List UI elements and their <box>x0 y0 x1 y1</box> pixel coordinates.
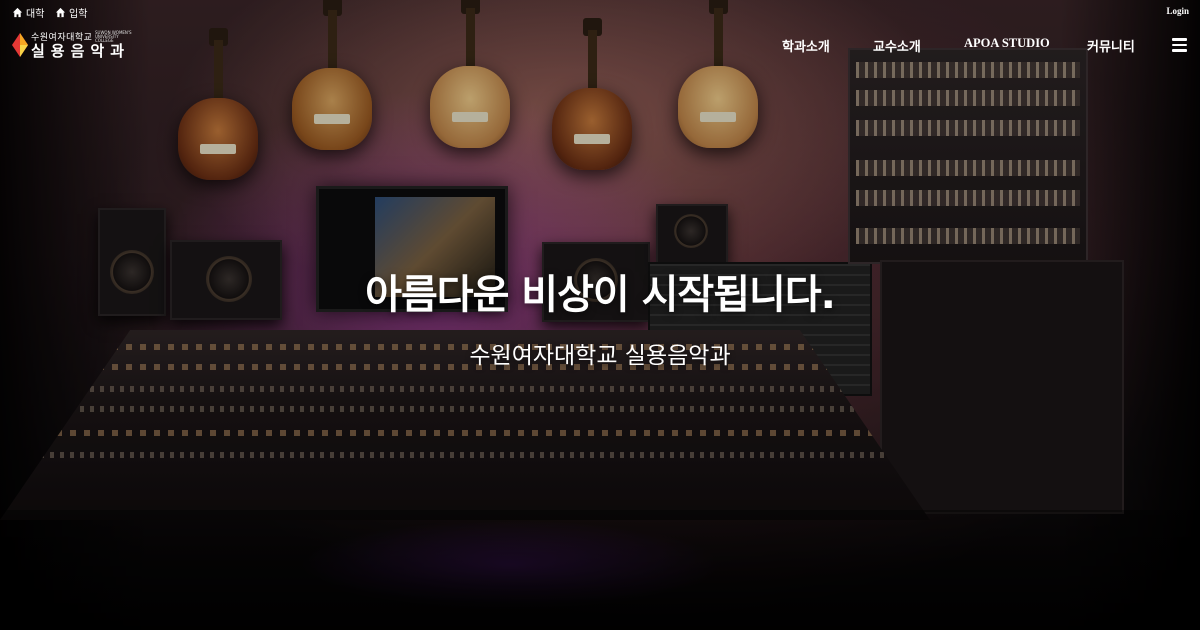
admission-link[interactable]: 입학 <box>55 5 87 20</box>
hero-subtitle: 수원여자대학교 실용음악과 <box>469 343 731 369</box>
graduation-cap-icon <box>55 7 66 18</box>
nav-item-apoa-studio[interactable]: APOA STUDIO <box>964 36 1050 51</box>
hero-title: 아름다운 비상이 시작됩니다. <box>365 272 836 318</box>
nav-item-professors[interactable]: 교수소개 <box>873 36 921 55</box>
utility-bar: 대학 입학 Login <box>0 0 1200 24</box>
college-link-label: 대학 <box>26 9 45 20</box>
logo-department-name: 실용음악과 <box>31 42 131 60</box>
nav-item-community[interactable]: 커뮤니티 <box>1087 36 1135 55</box>
home-icon <box>12 7 23 18</box>
site-logo[interactable]: 수원여자대학교 SUWON WOMEN'S UNIVERSITY COLLEGE… <box>12 30 152 60</box>
logo-mark-icon <box>12 33 28 57</box>
login-link[interactable]: Login <box>1166 6 1189 16</box>
admission-link-label: 입학 <box>69 9 88 20</box>
hamburger-menu-icon[interactable] <box>1172 38 1187 52</box>
nav-item-department[interactable]: 학과소개 <box>782 36 830 55</box>
college-link[interactable]: 대학 <box>12 5 44 20</box>
